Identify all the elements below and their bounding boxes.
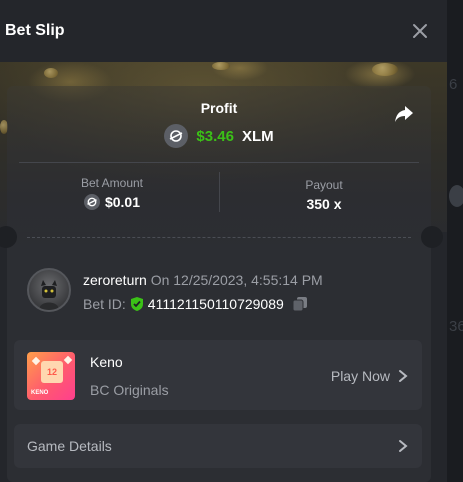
- bet-id-line: Bet ID: 411121150110729089: [83, 296, 308, 312]
- dashed-divider: [27, 237, 411, 238]
- avatar[interactable]: [27, 268, 71, 312]
- thumb-number: 12: [41, 361, 63, 383]
- player-name[interactable]: zeroreturn: [83, 272, 147, 288]
- dialog-title: Bet Slip: [5, 22, 65, 39]
- xlm-icon: [164, 124, 189, 148]
- keno-thumbnail: 12 KENO: [27, 352, 75, 400]
- thumb-label: KENO: [31, 390, 49, 396]
- player-info: zeroreturn On 12/25/2023, 4:55:14 PM Bet…: [27, 268, 427, 318]
- verified-shield-icon: [130, 296, 144, 312]
- bet-amount-value-row: $0.01: [7, 194, 217, 210]
- dialog-header: Bet Slip: [0, 0, 447, 62]
- bet-id-label: Bet ID:: [83, 296, 126, 312]
- thumb-decoration: [63, 355, 73, 365]
- profit-block: Profit $3.46 XLM: [7, 100, 431, 148]
- background-text: 36: [449, 318, 463, 335]
- game-details-row[interactable]: Game Details: [14, 424, 422, 468]
- chevron-right-icon: [398, 369, 408, 383]
- play-now-button[interactable]: Play Now: [331, 368, 408, 384]
- background-app: 6 36: [447, 0, 463, 482]
- bet-amount-label: Bet Amount: [80, 176, 144, 190]
- coin-decoration: [212, 62, 230, 70]
- game-name: Keno: [90, 354, 123, 370]
- copy-icon[interactable]: [292, 296, 308, 312]
- close-icon[interactable]: [411, 22, 429, 40]
- chevron-right-icon: [398, 439, 408, 453]
- coin-decoration: [372, 63, 398, 76]
- bet-id-value: 411121150110729089: [147, 296, 284, 312]
- game-card[interactable]: 12 KENO Keno BC Originals Play Now: [14, 340, 422, 410]
- payout-label: Payout: [305, 178, 343, 192]
- profit-label: Profit: [200, 100, 238, 116]
- bet-stats: Bet Amount $0.01 Payout 350 x: [7, 164, 431, 218]
- background-icon: [449, 185, 463, 207]
- ticket-notch: [0, 226, 17, 248]
- payout-value: 350 x: [306, 196, 342, 212]
- profit-row: $3.46 XLM: [7, 124, 431, 148]
- share-icon[interactable]: [393, 104, 415, 124]
- bet-date: On 12/25/2023, 4:55:14 PM: [150, 272, 323, 288]
- game-details-label: Game Details: [27, 438, 112, 454]
- bet-amount: Bet Amount $0.01: [7, 176, 217, 210]
- bet-slip-dialog: Bet Slip Profit $3.46 XLM Bet Amount $0.…: [0, 0, 447, 482]
- background-text: 6: [449, 76, 458, 93]
- payout: Payout 350 x: [219, 178, 429, 212]
- divider: [19, 162, 419, 163]
- bet-card: Profit $3.46 XLM Bet Amount $0.01 Payout…: [0, 86, 443, 482]
- game-provider: BC Originals: [90, 382, 169, 398]
- thumb-decoration: [31, 356, 41, 366]
- xlm-icon: [83, 194, 100, 210]
- profit-currency: XLM: [241, 127, 274, 145]
- bet-amount-value: $0.01: [104, 194, 141, 210]
- profit-value: $3.46: [196, 127, 234, 145]
- play-now-label: Play Now: [330, 368, 390, 384]
- player-line: zeroreturn On 12/25/2023, 4:55:14 PM: [83, 272, 323, 288]
- ticket-notch: [421, 226, 443, 248]
- coin-decoration: [44, 68, 58, 78]
